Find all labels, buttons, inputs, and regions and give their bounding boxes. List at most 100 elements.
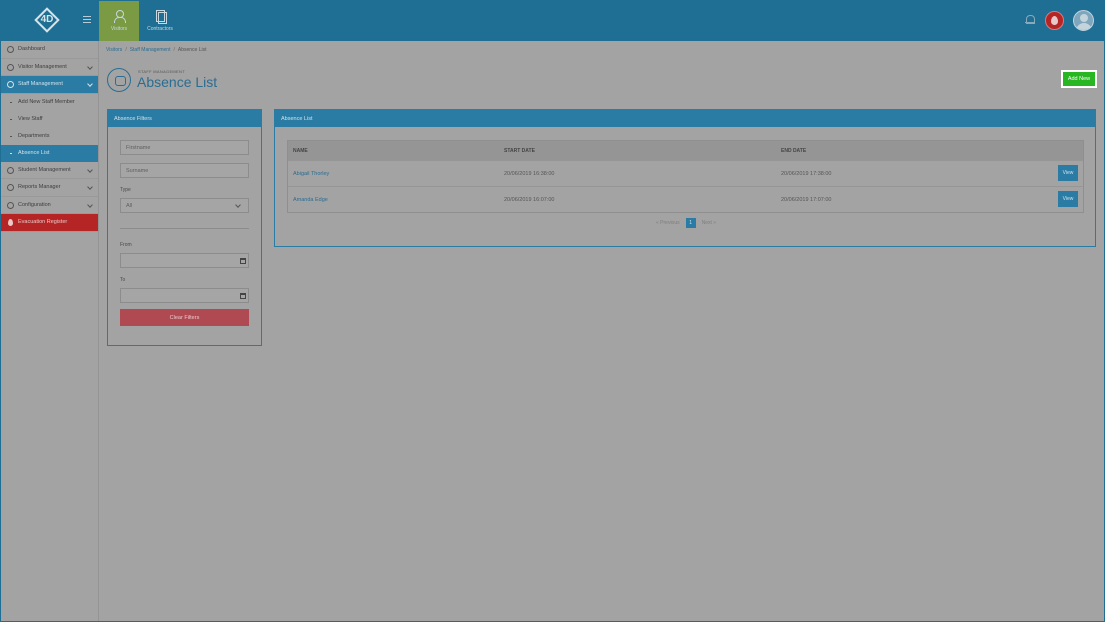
surname-placeholder: Surname bbox=[126, 167, 149, 174]
chevron-down-icon bbox=[87, 81, 93, 87]
sidebar-item-dashboard[interactable]: Dashboard bbox=[0, 41, 98, 59]
absence-list-panel: Absence List NAME START DATE END DATE Ab… bbox=[274, 109, 1096, 247]
sidebar-item-label: Visitor Management bbox=[18, 63, 67, 70]
absence-table: NAME START DATE END DATE Abigail Thorley… bbox=[287, 140, 1084, 213]
tab-visitors[interactable]: Visitors bbox=[99, 0, 139, 41]
breadcrumb-staff-management[interactable]: Staff Management bbox=[130, 47, 171, 53]
reports-icon bbox=[7, 184, 14, 191]
row-end-date: 20/06/2019 17:38:00 bbox=[781, 170, 832, 177]
row-name-link[interactable]: Abigail Thorley bbox=[293, 171, 329, 177]
sidebar-item-staff-management[interactable]: Staff Management bbox=[0, 76, 98, 94]
list-panel-title: Absence List bbox=[275, 110, 1095, 127]
bullet-icon bbox=[10, 101, 12, 103]
chevron-down-icon bbox=[87, 166, 93, 173]
app-logo[interactable]: 4D bbox=[33, 6, 61, 34]
calendar-icon[interactable] bbox=[240, 258, 246, 264]
sidebar-item-departments[interactable]: Departments bbox=[0, 128, 98, 145]
to-date-field[interactable] bbox=[120, 288, 249, 303]
absence-filters-panel: Absence Filters Firstname Surname Type A… bbox=[107, 109, 262, 346]
logo-area: 4D bbox=[0, 0, 99, 41]
sidebar-item-label: Student Management bbox=[18, 166, 71, 173]
firstname-placeholder: Firstname bbox=[126, 144, 151, 151]
sidebar-item-label: Reports Manager bbox=[18, 184, 61, 191]
user-icon bbox=[7, 63, 14, 71]
dashboard-icon bbox=[7, 46, 14, 53]
sidebar-item-label: Absence List bbox=[18, 150, 50, 156]
breadcrumb: Visitors / Staff Management / Absence List bbox=[106, 47, 207, 53]
sidebar-item-add-new-staff-member[interactable]: Add New Staff Member bbox=[0, 94, 98, 111]
drop-icon bbox=[1051, 16, 1058, 25]
tab-visitors-label: Visitors bbox=[110, 25, 128, 32]
sidebar-item-label: View Staff bbox=[18, 116, 43, 122]
table-row: Abigail Thorley 20/06/2019 16:38:00 20/0… bbox=[288, 160, 1083, 186]
sidebar-item-view-staff[interactable]: View Staff bbox=[0, 111, 98, 128]
bullet-icon bbox=[10, 135, 12, 137]
breadcrumb-separator: / bbox=[173, 47, 175, 53]
menu-toggle-icon[interactable] bbox=[83, 16, 91, 24]
type-select[interactable]: All bbox=[120, 198, 249, 213]
pagination-previous[interactable]: « Previous bbox=[656, 220, 680, 226]
logo-text: 4D bbox=[40, 14, 54, 25]
sidebar-item-label: Evacuation Register bbox=[18, 219, 68, 226]
sidebar-item-configuration[interactable]: Configuration bbox=[0, 197, 98, 214]
from-label: From bbox=[120, 242, 132, 248]
pagination: « Previous 1 Next » bbox=[656, 218, 716, 228]
sidebar-item-evacuation-register[interactable]: Evacuation Register bbox=[0, 214, 98, 232]
bullet-icon bbox=[10, 118, 12, 120]
sidebar-item-student-management[interactable]: Student Management bbox=[0, 162, 98, 179]
row-name-link[interactable]: Amanda Edge bbox=[293, 197, 328, 203]
breadcrumb-separator: / bbox=[125, 47, 127, 53]
pagination-page-1[interactable]: 1 bbox=[685, 218, 696, 228]
column-header-end-date[interactable]: END DATE bbox=[776, 148, 1026, 154]
view-button[interactable]: View bbox=[1058, 165, 1078, 181]
table-header: NAME START DATE END DATE bbox=[288, 141, 1083, 160]
firstname-field[interactable]: Firstname bbox=[120, 140, 249, 155]
sidebar-item-label: Staff Management bbox=[18, 81, 63, 88]
table-row: Amanda Edge 20/06/2019 16:07:00 20/06/20… bbox=[288, 186, 1083, 212]
sidebar-item-label: Departments bbox=[18, 133, 50, 139]
type-label: Type bbox=[120, 187, 131, 193]
calendar-icon[interactable] bbox=[240, 293, 246, 299]
breadcrumb-visitors[interactable]: Visitors bbox=[106, 47, 122, 53]
type-select-value: All bbox=[126, 202, 133, 209]
clear-filters-button[interactable]: Clear Filters bbox=[120, 309, 249, 326]
sidebar-item-label: Configuration bbox=[18, 201, 51, 208]
add-new-button[interactable]: Add New bbox=[1061, 70, 1097, 88]
filters-divider bbox=[120, 228, 249, 229]
student-icon bbox=[7, 166, 14, 174]
bullet-icon bbox=[10, 152, 12, 154]
chevron-down-icon bbox=[87, 63, 93, 70]
top-bar: 4D Visitors Contractors bbox=[0, 0, 1105, 41]
evacuation-button[interactable] bbox=[1045, 11, 1064, 30]
breadcrumb-current: Absence List bbox=[177, 47, 207, 53]
pagination-next[interactable]: Next » bbox=[702, 220, 716, 226]
column-header-start-date[interactable]: START DATE bbox=[499, 148, 776, 154]
row-end-date: 20/06/2019 17:07:00 bbox=[781, 196, 832, 203]
column-header-name[interactable]: NAME bbox=[288, 148, 499, 154]
chevron-down-icon bbox=[235, 202, 241, 208]
sidebar: Dashboard Visitor Management Staff Manag… bbox=[0, 41, 99, 622]
row-start-date: 20/06/2019 16:38:00 bbox=[504, 170, 555, 177]
row-start-date: 20/06/2019 16:07:00 bbox=[504, 196, 555, 203]
drop-icon bbox=[8, 219, 13, 226]
sidebar-item-visitor-management[interactable]: Visitor Management bbox=[0, 59, 98, 76]
notification-bell-icon[interactable] bbox=[1025, 14, 1035, 26]
chevron-down-icon bbox=[87, 184, 93, 190]
to-label: To bbox=[120, 277, 126, 283]
staff-icon bbox=[7, 81, 14, 88]
gear-icon bbox=[7, 201, 14, 209]
surname-field[interactable]: Surname bbox=[120, 163, 249, 178]
tab-contractors[interactable]: Contractors bbox=[140, 0, 180, 41]
sidebar-item-absence-list[interactable]: Absence List bbox=[0, 144, 98, 162]
staff-management-icon bbox=[107, 68, 131, 92]
sidebar-item-label: Add New Staff Member bbox=[18, 99, 75, 105]
clipboard-icon bbox=[154, 9, 167, 24]
sidebar-item-label: Dashboard bbox=[18, 46, 45, 53]
sidebar-item-reports-manager[interactable]: Reports Manager bbox=[0, 179, 98, 197]
view-button[interactable]: View bbox=[1058, 191, 1078, 207]
filters-panel-title: Absence Filters bbox=[108, 110, 261, 127]
visitor-icon bbox=[113, 9, 126, 23]
tab-contractors-label: Contractors bbox=[147, 25, 173, 32]
from-date-field[interactable] bbox=[120, 253, 249, 268]
user-avatar[interactable] bbox=[1073, 10, 1094, 31]
